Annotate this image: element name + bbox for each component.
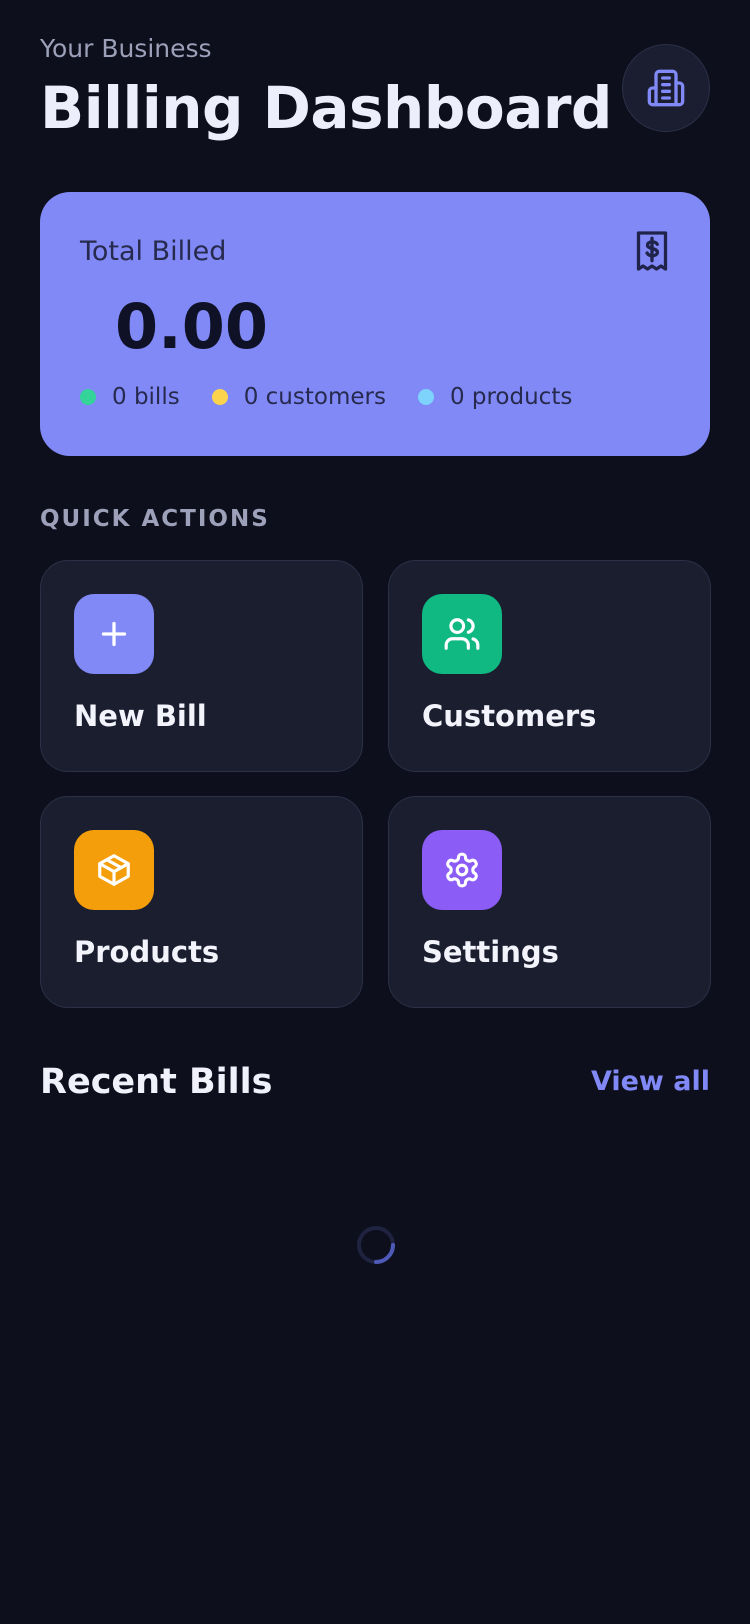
products-label: Products — [74, 935, 220, 969]
settings-label: Settings — [422, 935, 559, 969]
settings-icon-tile — [422, 830, 502, 910]
header: Your Business Billing Dashboard — [40, 34, 710, 144]
new-bill-button[interactable]: New Bill — [40, 560, 363, 772]
business-button[interactable] — [622, 44, 710, 132]
stat-products: 0 products — [417, 384, 573, 410]
customers-label: Customers — [422, 699, 597, 733]
users-icon — [444, 618, 480, 650]
gear-icon — [446, 852, 478, 888]
loading-spinner — [357, 1226, 395, 1264]
stat-customers: 0 customers — [211, 384, 386, 410]
products-button[interactable]: Products — [40, 796, 363, 1008]
customers-button[interactable]: Customers — [388, 560, 711, 772]
products-icon-tile — [74, 830, 154, 910]
package-icon — [98, 854, 130, 886]
stat-customers-text: 0 customers — [243, 384, 386, 410]
receipt-dollar-icon — [636, 231, 668, 271]
quick-actions-label: QUICK ACTIONS — [40, 506, 270, 532]
plus-icon — [101, 621, 127, 647]
new-bill-icon-tile — [74, 594, 154, 674]
building-icon — [647, 69, 685, 107]
products-dot — [417, 389, 434, 405]
total-billed-label: Total Billed — [80, 236, 227, 267]
customers-icon-tile — [422, 594, 502, 674]
billing-dashboard-screen: Your Business Billing Dashboard Total Bi… — [0, 0, 750, 1624]
total-billed-card: Total Billed 0.00 0 bills 0 customers 0 … — [40, 192, 710, 456]
business-subtitle: Your Business — [40, 34, 212, 63]
total-billed-amount: 0.00 — [115, 290, 268, 363]
page-title: Billing Dashboard — [40, 74, 612, 142]
stat-bills-text: 0 bills — [112, 384, 180, 410]
recent-bills-title: Recent Bills — [40, 1062, 273, 1102]
settings-button[interactable]: Settings — [388, 796, 711, 1008]
stat-bills: 0 bills — [80, 384, 180, 410]
customers-dot — [211, 389, 228, 405]
new-bill-label: New Bill — [74, 699, 207, 733]
summary-stats: 0 bills 0 customers 0 products — [80, 384, 604, 410]
stat-products-text: 0 products — [449, 384, 573, 410]
view-all-link[interactable]: View all — [591, 1066, 710, 1097]
bills-dot — [80, 389, 96, 405]
